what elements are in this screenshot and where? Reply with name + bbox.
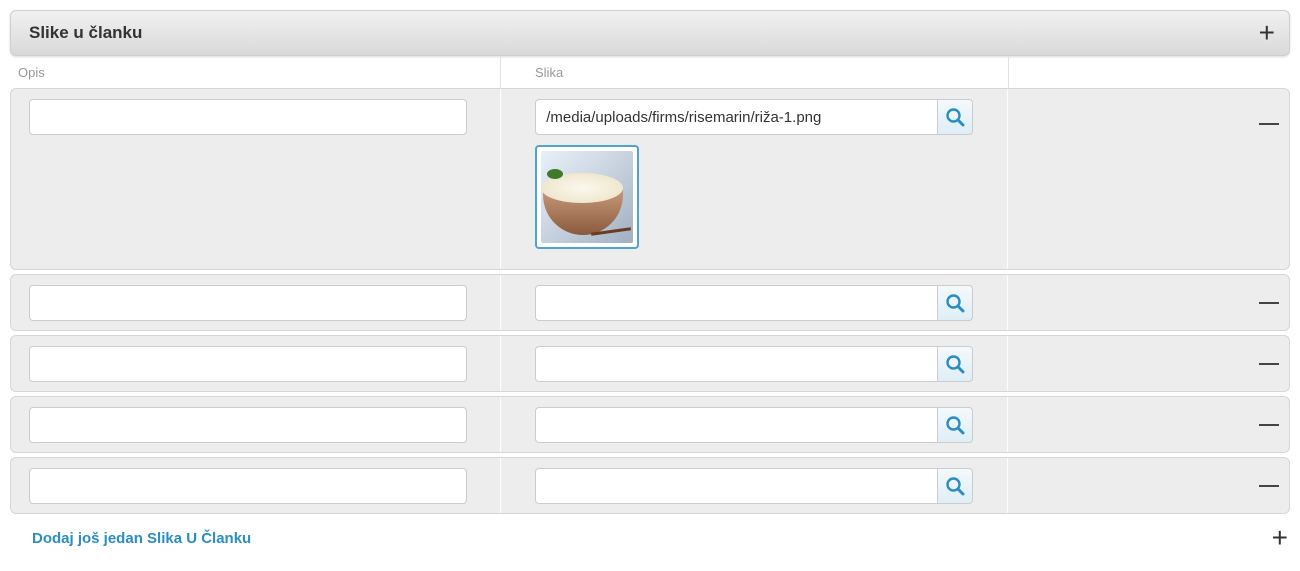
remove-row-minus-icon[interactable] — [1259, 123, 1280, 125]
browse-search-button[interactable] — [937, 285, 974, 321]
search-icon — [946, 416, 965, 435]
search-icon — [946, 108, 965, 127]
column-header-opis: Opis — [18, 64, 45, 80]
remove-row-minus-icon[interactable] — [1259, 362, 1280, 365]
actions-cell — [1007, 275, 1289, 330]
description-cell — [11, 89, 500, 269]
add-row-plus-icon[interactable]: + — [1272, 524, 1288, 552]
browse-search-button[interactable] — [937, 468, 974, 504]
image-cell — [500, 458, 1007, 513]
image-row — [10, 335, 1290, 392]
add-another-image-link[interactable]: Dodaj još jedan Slika U Članku — [32, 530, 251, 547]
image-row — [10, 457, 1290, 514]
image-row — [10, 396, 1290, 453]
browse-search-button[interactable] — [937, 346, 974, 382]
image-cell — [500, 336, 1007, 391]
description-input[interactable] — [29, 468, 467, 504]
description-input[interactable] — [29, 99, 467, 135]
description-input[interactable] — [29, 407, 467, 443]
image-path-input[interactable] — [535, 285, 938, 321]
image-path-field — [535, 99, 974, 135]
browse-search-button[interactable] — [937, 99, 974, 135]
image-path-input[interactable] — [535, 99, 938, 135]
rice-bowl-image — [541, 151, 634, 243]
image-path-input[interactable] — [535, 407, 938, 443]
description-cell — [11, 397, 500, 452]
image-path-field — [535, 468, 974, 504]
images-inline-panel: Slike u članku + Opis Slika /media/uploa… — [10, 10, 1290, 558]
image-path-input[interactable] — [535, 346, 938, 382]
image-cell — [500, 275, 1007, 330]
description-input[interactable] — [29, 285, 467, 321]
image-path-field — [535, 346, 974, 382]
collapse-plus-icon[interactable]: + — [1259, 19, 1275, 47]
image-cell — [500, 89, 1007, 269]
actions-cell — [1007, 336, 1289, 391]
image-path-field — [535, 407, 974, 443]
description-cell — [11, 275, 500, 330]
add-row-footer: Dodaj još jedan Slika U Članku + — [10, 518, 1290, 558]
column-header-slika: Slika — [500, 56, 1008, 88]
image-path-input[interactable] — [535, 468, 938, 504]
image-thumbnail[interactable] — [535, 145, 640, 249]
column-header-actions — [1008, 56, 1290, 88]
column-headers: Opis Slika — [10, 56, 1290, 88]
description-cell — [11, 458, 500, 513]
panel-title: Slike u članku — [29, 23, 143, 42]
panel-header: Slike u članku + — [10, 10, 1290, 56]
actions-cell — [1007, 458, 1289, 513]
image-path-field — [535, 285, 974, 321]
search-icon — [946, 477, 965, 496]
browse-search-button[interactable] — [937, 407, 974, 443]
remove-row-minus-icon[interactable] — [1259, 301, 1280, 304]
remove-row-minus-icon[interactable] — [1259, 423, 1280, 426]
actions-cell — [1007, 397, 1289, 452]
search-icon — [946, 355, 965, 374]
image-row — [10, 274, 1290, 331]
image-cell — [500, 397, 1007, 452]
description-input[interactable] — [29, 346, 467, 382]
description-cell — [11, 336, 500, 391]
actions-cell — [1007, 89, 1289, 269]
image-row — [10, 88, 1290, 270]
search-icon — [946, 294, 965, 313]
remove-row-minus-icon[interactable] — [1259, 484, 1280, 487]
